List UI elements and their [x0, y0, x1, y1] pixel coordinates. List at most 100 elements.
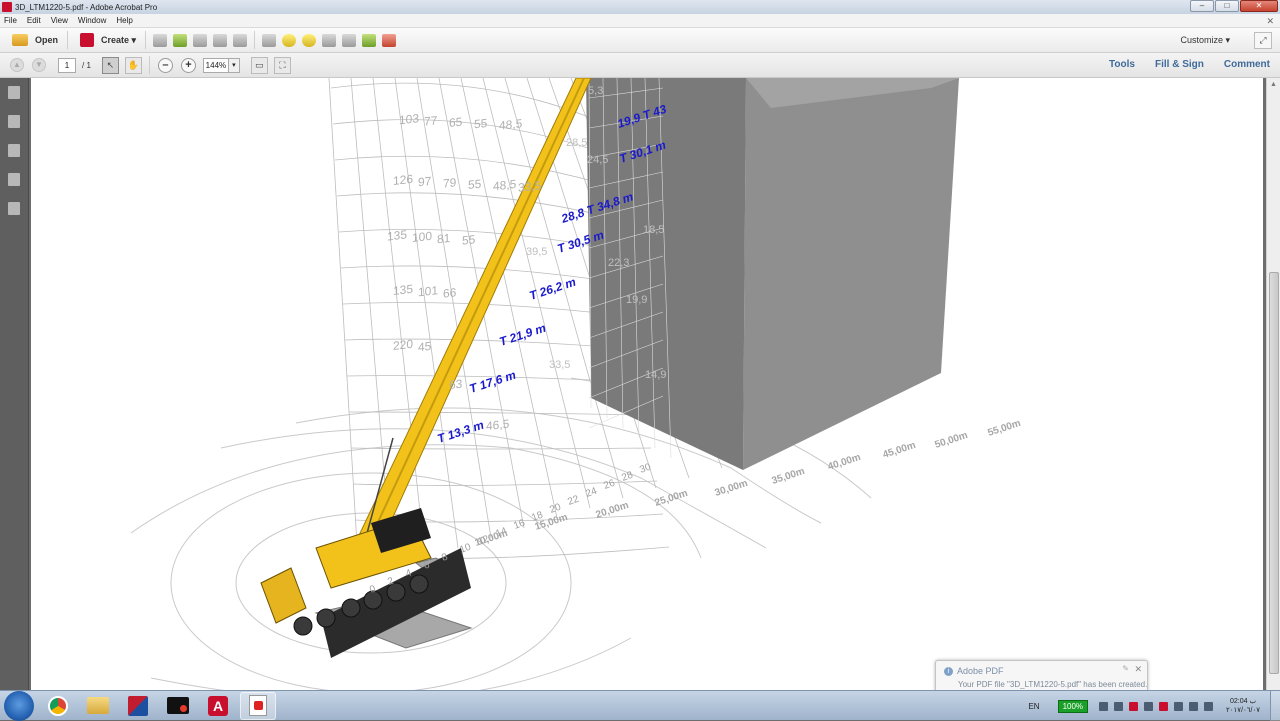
- radius-distance-label: 40,00m: [827, 452, 863, 473]
- load-value-label: 48,5: [493, 177, 517, 193]
- model-tree-icon[interactable]: [8, 202, 20, 215]
- separator: [254, 31, 255, 49]
- start-button[interactable]: [4, 691, 34, 721]
- fit-page-icon[interactable]: ▭: [251, 57, 268, 74]
- print-icon[interactable]: [193, 34, 207, 47]
- taskbar-acrobat[interactable]: [240, 692, 276, 720]
- zoom-out-button[interactable]: –: [158, 58, 173, 73]
- radius-tick-label: 24: [584, 486, 599, 500]
- options-icon[interactable]: ✎: [1122, 664, 1129, 673]
- menu-bar: File Edit View Window Help ✕: [0, 14, 1280, 28]
- menu-edit[interactable]: Edit: [27, 16, 41, 25]
- scroll-thumb[interactable]: [1269, 272, 1279, 674]
- radius-distance-label: 10,00m: [474, 528, 510, 549]
- signatures-icon[interactable]: [8, 144, 20, 157]
- settings-gear-icon[interactable]: [262, 34, 276, 47]
- close-document-icon[interactable]: ✕: [1266, 16, 1274, 27]
- minimize-button[interactable]: –: [1190, 0, 1214, 12]
- taskbar-chrome[interactable]: [40, 692, 76, 720]
- app-flag-icon: [128, 696, 148, 716]
- scroll-up-icon[interactable]: ▲: [1267, 78, 1280, 92]
- vertical-scrollbar[interactable]: ▲: [1266, 78, 1280, 690]
- window-title: 3D_LTM1220-5.pdf - Adobe Acrobat Pro: [15, 3, 157, 12]
- acrobat-tray-icon[interactable]: [1129, 702, 1138, 711]
- info-icon: i: [944, 667, 953, 676]
- signal-icon[interactable]: [1189, 702, 1198, 711]
- previous-page-icon[interactable]: ▲: [10, 58, 24, 72]
- maximize-button[interactable]: □: [1215, 0, 1239, 12]
- show-desktop-button[interactable]: [1270, 691, 1280, 721]
- document-sign-icon[interactable]: [382, 34, 396, 47]
- menu-help[interactable]: Help: [116, 16, 132, 25]
- taskbar-autocad[interactable]: A: [200, 692, 236, 720]
- network-icon[interactable]: [1174, 702, 1183, 711]
- radius-distance-label: 25,00m: [654, 488, 690, 509]
- tray-app-icon[interactable]: [1099, 702, 1108, 711]
- security-icon[interactable]: [1159, 702, 1168, 711]
- load-value-label: 77: [424, 113, 438, 128]
- menu-file[interactable]: File: [4, 16, 17, 25]
- document-export-icon[interactable]: [322, 34, 336, 47]
- bookmarks-icon[interactable]: [8, 115, 20, 128]
- tab-comment[interactable]: Comment: [1224, 59, 1270, 70]
- folder-icon: [87, 697, 109, 714]
- title-bar: 3D_LTM1220-5.pdf - Adobe Acrobat Pro – □…: [0, 0, 1280, 14]
- edit-icon[interactable]: [213, 34, 227, 47]
- email-icon[interactable]: [233, 34, 247, 47]
- taskbar-recorder[interactable]: [160, 692, 196, 720]
- load-value-label: 33,5: [518, 178, 542, 194]
- tab-fill-sign[interactable]: Fill & Sign: [1155, 59, 1204, 70]
- tab-tools[interactable]: Tools: [1109, 59, 1135, 70]
- autocad-icon: A: [208, 696, 228, 716]
- cloud-upload-icon[interactable]: [173, 34, 187, 47]
- page-thumbnails-icon[interactable]: [8, 86, 20, 99]
- expand-icon[interactable]: ⤢: [1254, 32, 1272, 49]
- document-combine-icon[interactable]: [362, 34, 376, 47]
- menu-window[interactable]: Window: [78, 16, 106, 25]
- document-lock-icon[interactable]: [342, 34, 356, 47]
- create-button[interactable]: Create ▾: [72, 30, 141, 51]
- page-number-input[interactable]: 1: [58, 58, 76, 73]
- close-button[interactable]: ✕: [1240, 0, 1278, 12]
- notification-close-button[interactable]: ✕: [1134, 664, 1142, 675]
- load-value-label: 135: [387, 227, 407, 243]
- taskbar-explorer[interactable]: [80, 692, 116, 720]
- create-pdf-icon: [80, 33, 94, 47]
- tip-height-label: T 17,6 m: [468, 368, 518, 396]
- select-cursor-icon[interactable]: ↖: [102, 57, 119, 74]
- load-value-label: 220: [393, 337, 413, 353]
- side-value-label: 39,5: [526, 246, 547, 258]
- comment-bubble-icon[interactable]: [282, 34, 296, 47]
- save-icon[interactable]: [153, 34, 167, 47]
- highlight-icon[interactable]: [302, 34, 316, 47]
- volume-icon[interactable]: [1204, 702, 1213, 711]
- open-button[interactable]: Open: [4, 30, 63, 51]
- menu-view[interactable]: View: [51, 16, 68, 25]
- load-value-label: 46,5: [486, 417, 510, 433]
- customize-dropdown[interactable]: Customize ▾: [1180, 35, 1230, 46]
- zoom-level-input[interactable]: 144%: [203, 58, 229, 73]
- radius-tick-label: 30: [638, 462, 653, 476]
- building-block: [586, 78, 959, 470]
- next-page-icon[interactable]: ▼: [32, 58, 46, 72]
- separator: [145, 31, 146, 49]
- side-value-label: 5,3: [588, 85, 603, 97]
- tray-expand-icon[interactable]: [1114, 702, 1123, 711]
- main-toolbar: Open Create ▾ Customize ▾ ⤢: [0, 28, 1280, 53]
- side-value-label: 24,5: [587, 154, 608, 166]
- zoom-dropdown-icon[interactable]: ▾: [229, 58, 240, 73]
- fit-width-icon[interactable]: ⛶: [274, 57, 291, 74]
- radius-distance-label: 30,00m: [714, 478, 750, 499]
- zoom-in-button[interactable]: +: [181, 58, 196, 73]
- battery-indicator[interactable]: 100%: [1058, 700, 1088, 713]
- radius-distance-label: 35,00m: [771, 466, 807, 487]
- layers-icon[interactable]: [8, 173, 20, 186]
- screen-recorder-icon: [167, 697, 189, 714]
- taskbar-app[interactable]: [120, 692, 156, 720]
- tip-height-label: T 13,3 m: [436, 418, 486, 446]
- language-indicator[interactable]: EN: [1028, 702, 1039, 711]
- navigation-toolbar: ▲ ▼ 1 / 1 ↖ ✋ – + 144% ▾ ▭ ⛶ Tools Fill …: [0, 53, 1280, 78]
- hand-tool-icon[interactable]: ✋: [125, 57, 142, 74]
- clock[interactable]: 02:04 ب ٢٠١٧/٠٦/٠٧: [1226, 697, 1260, 715]
- action-center-icon[interactable]: [1144, 702, 1153, 711]
